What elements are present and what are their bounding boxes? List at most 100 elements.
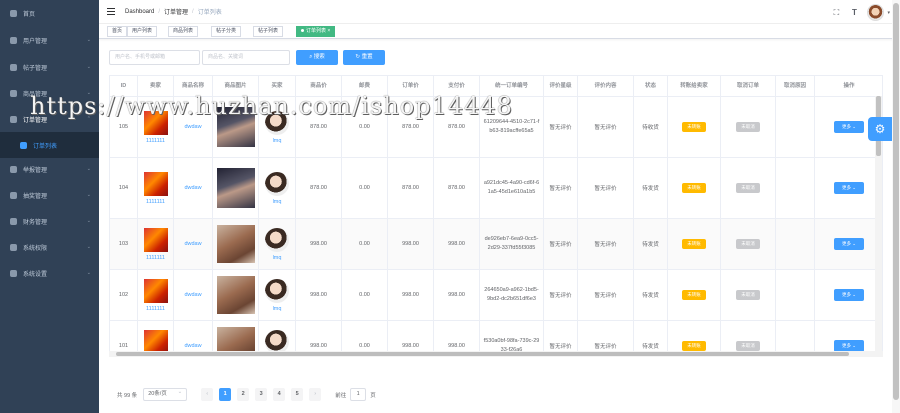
cell-review: 暂无评价 [578, 219, 634, 269]
page-size-select[interactable]: 20条/页 [143, 387, 188, 401]
goods-name-link[interactable]: dwdaw [184, 124, 201, 130]
buyer-link[interactable]: lmq [273, 138, 282, 144]
chevron-down-icon: ⌄ [86, 90, 91, 96]
cell-text: 暂无评价 [549, 293, 572, 299]
cell-text: 998.00 [310, 292, 327, 298]
goods-image[interactable] [216, 276, 255, 314]
more-actions-button[interactable]: 更多 ⌄ [834, 121, 864, 133]
seller-link[interactable]: 1111111 [146, 138, 165, 144]
scrollbar-thumb[interactable] [116, 352, 849, 356]
tag-user-list[interactable]: 用户列表 [127, 26, 158, 37]
cell-text: 998.00 [448, 343, 465, 349]
goto-page-input[interactable]: 1 [350, 388, 367, 401]
cell-text: 待收货 [642, 125, 659, 131]
sidebar-item-lottery[interactable]: 抽奖管理 ⌄ [0, 182, 99, 208]
more-label: 更多 [841, 241, 851, 246]
page-button-5[interactable]: 5 [291, 388, 304, 401]
sidebar-item-finance[interactable]: 财务管理 ⌄ [0, 208, 99, 234]
cell-rating: 暂无评价 [544, 158, 578, 218]
page-button-1[interactable]: 1 [219, 388, 232, 401]
goods-image[interactable] [216, 225, 255, 263]
tag-home[interactable]: 首页 [107, 26, 128, 37]
page-button-3[interactable]: 3 [255, 388, 268, 401]
tag-post-list[interactable]: 帖子列表 [253, 26, 284, 37]
goods-name-link[interactable]: dwdaw [184, 185, 201, 191]
goods-name-link[interactable]: dwdaw [184, 343, 201, 349]
sidebar-item-orders[interactable]: 订单管理 ⌃ [0, 106, 99, 132]
goods-name-link[interactable]: dwdaw [184, 241, 201, 247]
page-button-4[interactable]: 4 [273, 388, 286, 401]
chevron-down-icon: ⌄ [850, 124, 857, 129]
sidebar-item-label: 系统设置 [23, 271, 48, 278]
transfer-status-button[interactable]: 未转账 [682, 341, 706, 351]
sidebar-item-settings[interactable]: 系统设置 ⌄ [0, 260, 99, 286]
more-label: 更多 [841, 185, 851, 190]
cell-text: 998.00 [310, 241, 327, 247]
cell-text: 878.00 [402, 185, 419, 191]
avatar[interactable] [867, 4, 885, 21]
goods-image[interactable] [216, 168, 255, 208]
goods-image[interactable] [216, 107, 255, 147]
more-label: 更多 [841, 343, 851, 348]
cell-text: 0.00 [359, 124, 370, 130]
cell-goods-price: 878.00 [296, 97, 342, 157]
horizontal-scrollbar[interactable] [109, 351, 883, 357]
sidebar-item-permissions[interactable]: 系统权限 ⌄ [0, 234, 99, 260]
cancel-status-button[interactable]: 未取消 [736, 122, 760, 132]
search-button[interactable]: ⌕ 搜索 [296, 50, 338, 65]
cancel-status-button[interactable]: 未取消 [736, 239, 760, 249]
cancel-status-button[interactable]: 未取消 [736, 341, 760, 351]
buyer-link[interactable]: lmq [273, 255, 282, 261]
tag-goods-list[interactable]: 商品列表 [168, 26, 199, 37]
cell-text: 105 [118, 124, 129, 130]
transfer-status-button[interactable]: 未转账 [682, 122, 706, 132]
seller-link[interactable]: 1111111 [146, 199, 165, 205]
transfer-status-button[interactable]: 未转账 [682, 183, 706, 193]
breadcrumb-dashboard[interactable]: Dashboard [125, 9, 154, 15]
user-search-input[interactable]: 用户名、手机号或邮箱 [109, 50, 200, 65]
cell-order-price: 998.00 [388, 219, 434, 269]
cell-goods-name: dwdaw [174, 219, 213, 269]
buyer-link[interactable]: lmq [273, 306, 282, 312]
breadcrumb-orders[interactable]: 订单管理 [164, 7, 188, 16]
caret-down-icon[interactable]: ▾ [887, 10, 890, 16]
tag-post-category[interactable]: 帖子分类 [211, 26, 242, 37]
buyer-link[interactable]: lmq [273, 199, 282, 205]
cancel-status-button[interactable]: 未取消 [736, 290, 760, 300]
page-scrollbar[interactable] [892, 0, 900, 413]
goods-name-link[interactable]: dwdaw [184, 292, 201, 298]
sidebar-item-home[interactable]: 首页 [0, 0, 99, 26]
cell-postage: 0.00 [342, 97, 388, 157]
scrollbar-thumb[interactable] [893, 3, 899, 400]
cancel-status-button[interactable]: 未取消 [736, 183, 760, 193]
sidebar-item-goods[interactable]: 商品管理 ⌄ [0, 80, 99, 106]
column-header-order-no: 统一订单编号 [480, 76, 544, 97]
font-size-icon[interactable]: T [849, 8, 859, 18]
hamburger-icon[interactable] [107, 7, 115, 16]
transfer-status-button[interactable]: 未转账 [682, 239, 706, 249]
fullscreen-icon[interactable]: ⛶ [831, 8, 841, 18]
column-header-id: ID [110, 76, 138, 97]
transfer-status-button[interactable]: 未转账 [682, 290, 706, 300]
order-number: de926eb7-6ea9-0cc5-2d29-337fd55f3085 [484, 236, 539, 251]
more-actions-button[interactable]: 更多 ⌄ [834, 289, 864, 301]
tag-order-list[interactable]: 订单列表 × [296, 26, 336, 37]
seller-link[interactable]: 1111111 [146, 255, 165, 261]
sidebar-item-users[interactable]: 用户管理 ⌄ [0, 27, 99, 53]
more-actions-button[interactable]: 更多 ⌄ [834, 182, 864, 194]
prev-page-button[interactable]: ‹ [201, 388, 214, 401]
sidebar-item-posts[interactable]: 帖子管理 ⌄ [0, 54, 99, 80]
next-page-button[interactable]: › [309, 388, 322, 401]
column-header-order-price: 订单价 [388, 76, 434, 97]
page-button-2[interactable]: 2 [237, 388, 250, 401]
goods-search-input[interactable]: 商品名、关键词 [202, 50, 290, 65]
sidebar-subitem-order-list[interactable]: 订单列表 [0, 132, 99, 158]
reset-button[interactable]: ↻ 重置 [343, 50, 385, 65]
sidebar-item-reports[interactable]: 举报管理 ⌄ [0, 156, 99, 182]
lock-icon [10, 243, 17, 251]
seller-link[interactable]: 1111111 [146, 306, 165, 312]
cell-text: 102 [118, 292, 129, 298]
settings-gear-button[interactable]: ⚙ [868, 117, 892, 141]
chevron-down-icon: ⌄ [850, 185, 857, 190]
more-actions-button[interactable]: 更多 ⌄ [834, 238, 864, 250]
